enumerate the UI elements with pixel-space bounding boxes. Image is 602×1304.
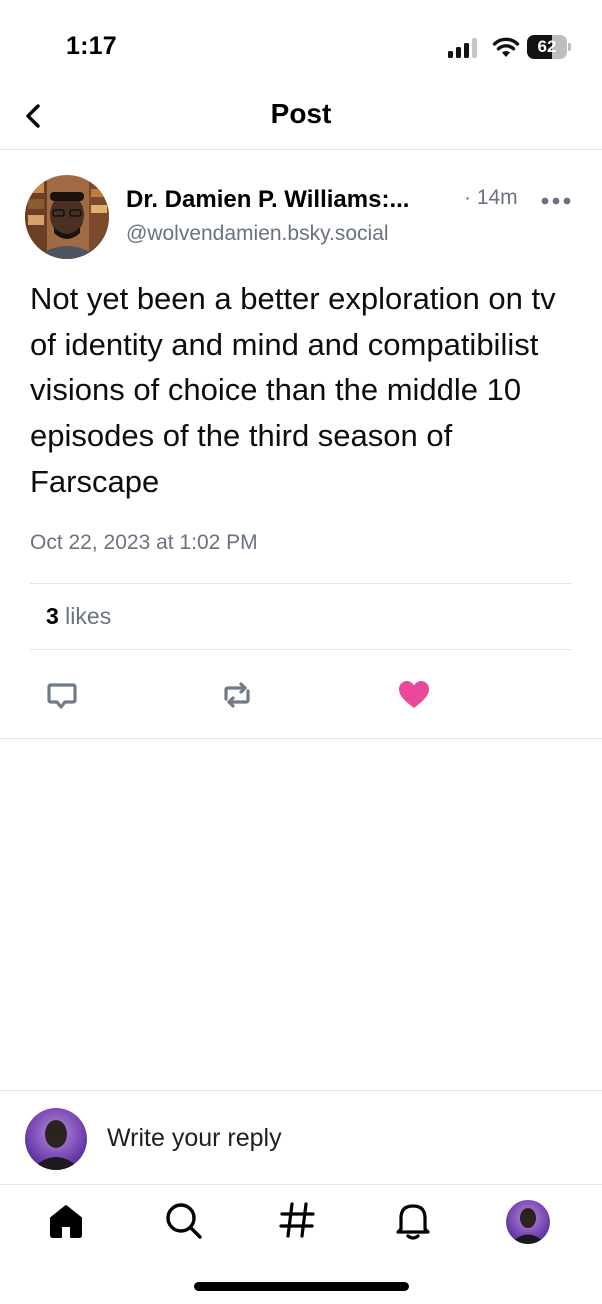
battery-indicator: 62 <box>527 35 571 59</box>
home-icon[interactable] <box>44 1198 88 1242</box>
post-author-avatar[interactable] <box>25 175 109 259</box>
status-bar: 1:17 62 <box>0 0 602 96</box>
hashtag-icon[interactable] <box>275 1198 319 1242</box>
page-title: Post <box>270 98 332 129</box>
profile-avatar[interactable] <box>506 1200 550 1244</box>
likes-number: 3 <box>46 603 59 629</box>
divider <box>30 649 572 650</box>
search-icon[interactable] <box>161 1198 205 1242</box>
likes-count[interactable]: 3 likes <box>46 603 111 630</box>
post-time-ago: · 14m <box>464 186 518 209</box>
wifi-icon <box>492 37 520 57</box>
author-display-name[interactable]: Dr. Damien P. Williams:... <box>126 186 409 214</box>
post-body-text: Not yet been a better exploration on tv … <box>30 281 556 499</box>
author-handle[interactable]: @wolvendamien.bsky.social <box>126 222 389 246</box>
page-header: Post <box>0 88 602 150</box>
like-heart-icon[interactable] <box>397 678 431 712</box>
divider <box>30 583 572 584</box>
likes-label: likes <box>58 603 112 629</box>
cellular-signal-icon <box>448 38 477 58</box>
status-time: 1:17 <box>66 32 117 60</box>
reply-input[interactable]: Write your reply <box>107 1124 282 1153</box>
reply-icon[interactable] <box>45 678 79 712</box>
repost-icon[interactable] <box>220 678 254 712</box>
divider <box>0 1184 602 1185</box>
post-timestamp: Oct 22, 2023 at 1:02 PM <box>30 531 258 554</box>
divider <box>0 1090 602 1091</box>
notifications-bell-icon[interactable] <box>391 1198 435 1242</box>
more-options-icon[interactable] <box>540 193 572 209</box>
my-avatar <box>25 1108 87 1170</box>
back-chevron-icon[interactable] <box>18 100 50 132</box>
home-indicator[interactable] <box>194 1282 409 1291</box>
divider <box>0 738 602 739</box>
battery-level: 62 <box>537 37 557 56</box>
